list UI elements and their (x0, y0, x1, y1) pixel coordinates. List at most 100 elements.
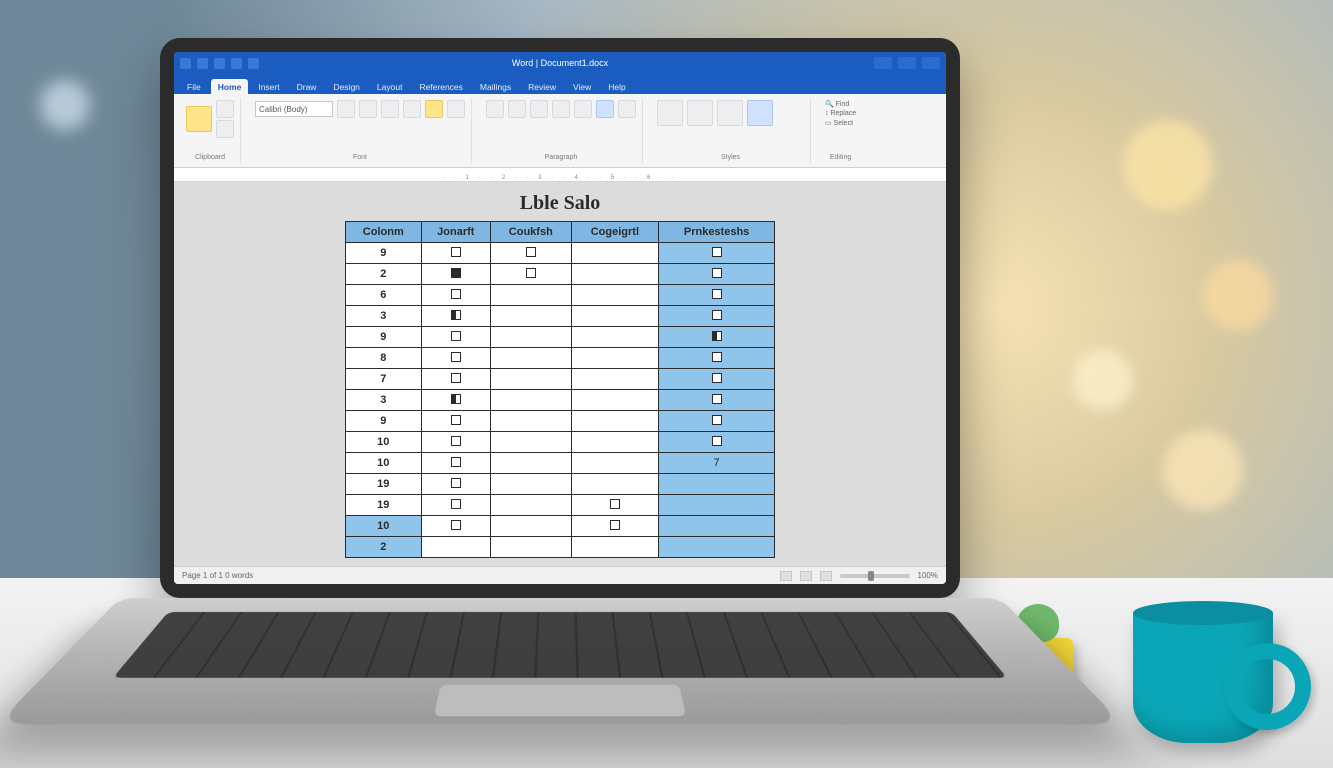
select-button[interactable]: ▭ Select (825, 119, 853, 127)
cell[interactable] (421, 432, 491, 453)
table-row[interactable]: 2 (346, 537, 775, 558)
quick-access-toolbar[interactable] (180, 52, 259, 74)
cell[interactable] (421, 495, 491, 516)
cell[interactable] (659, 432, 775, 453)
col-header-4[interactable]: Prnkesteshs (659, 222, 775, 243)
cell[interactable] (571, 411, 659, 432)
align-right-icon[interactable] (574, 100, 592, 118)
tab-layout[interactable]: Layout (370, 79, 410, 94)
row-number[interactable]: 3 (346, 306, 422, 327)
row-number[interactable]: 7 (346, 369, 422, 390)
row-number[interactable]: 9 (346, 327, 422, 348)
cell[interactable] (491, 285, 572, 306)
view-read-icon[interactable] (780, 571, 792, 581)
row-number[interactable]: 10 (346, 516, 422, 537)
cell[interactable] (491, 453, 572, 474)
tab-mailings[interactable]: Mailings (473, 79, 518, 94)
table-row[interactable]: 7 (346, 369, 775, 390)
cell[interactable] (491, 516, 572, 537)
document-title[interactable]: Lble Salo (520, 192, 601, 215)
table-row[interactable]: 10 (346, 432, 775, 453)
cell[interactable] (421, 306, 491, 327)
bold-icon[interactable] (359, 100, 377, 118)
cell[interactable] (491, 306, 572, 327)
cell[interactable] (421, 411, 491, 432)
cell[interactable] (491, 369, 572, 390)
style-heading2[interactable] (717, 100, 743, 126)
cell[interactable] (491, 537, 572, 558)
cell[interactable] (421, 369, 491, 390)
table-row[interactable]: 10 (346, 516, 775, 537)
row-number[interactable]: 10 (346, 432, 422, 453)
tab-review[interactable]: Review (521, 79, 563, 94)
undo-icon[interactable] (214, 58, 225, 69)
style-normal[interactable] (657, 100, 683, 126)
paste-icon[interactable] (186, 106, 212, 132)
close-button[interactable] (922, 57, 940, 69)
align-center-icon[interactable] (552, 100, 570, 118)
ruler[interactable]: · · 1 · · 2 · · 3 · · 4 · · 5 · · 6 · · (174, 168, 946, 182)
tab-view[interactable]: View (566, 79, 598, 94)
tab-home[interactable]: Home (211, 79, 249, 94)
cell[interactable] (659, 348, 775, 369)
font-color-icon[interactable] (447, 100, 465, 118)
highlight-icon[interactable] (425, 100, 443, 118)
table-row[interactable]: 9 (346, 327, 775, 348)
table-row[interactable]: 2 (346, 264, 775, 285)
cell[interactable] (571, 306, 659, 327)
tab-references[interactable]: References (412, 79, 469, 94)
row-number[interactable]: 19 (346, 474, 422, 495)
cell[interactable] (659, 369, 775, 390)
cell[interactable] (659, 243, 775, 264)
tab-draw[interactable]: Draw (290, 79, 324, 94)
cell[interactable] (659, 537, 775, 558)
col-header-2[interactable]: Coukfsh (491, 222, 572, 243)
cell[interactable] (491, 411, 572, 432)
row-number[interactable]: 9 (346, 243, 422, 264)
maximize-button[interactable] (898, 57, 916, 69)
col-header-1[interactable]: Jonarft (421, 222, 491, 243)
cell[interactable] (571, 264, 659, 285)
cell[interactable] (421, 453, 491, 474)
cell[interactable] (421, 285, 491, 306)
cell[interactable] (659, 390, 775, 411)
row-number[interactable]: 10 (346, 453, 422, 474)
cell[interactable] (659, 285, 775, 306)
copy-icon[interactable] (216, 120, 234, 138)
cell[interactable] (659, 327, 775, 348)
cell[interactable] (571, 285, 659, 306)
shading-icon[interactable] (596, 100, 614, 118)
cell[interactable] (659, 474, 775, 495)
numbering-icon[interactable] (508, 100, 526, 118)
save-icon[interactable] (197, 58, 208, 69)
cell[interactable] (571, 537, 659, 558)
cell[interactable] (571, 474, 659, 495)
table-row[interactable]: 19 (346, 495, 775, 516)
cell[interactable] (421, 243, 491, 264)
zoom-slider[interactable] (840, 574, 910, 578)
cell[interactable] (571, 453, 659, 474)
cell[interactable] (491, 243, 572, 264)
font-select[interactable]: Calibri (Body) (255, 101, 333, 117)
cell[interactable] (491, 348, 572, 369)
cell[interactable] (571, 348, 659, 369)
style-title[interactable] (747, 100, 773, 126)
cell[interactable] (421, 264, 491, 285)
page-indicator[interactable]: Page 1 of 1 0 words (182, 571, 253, 580)
cell[interactable] (571, 495, 659, 516)
cell[interactable] (571, 243, 659, 264)
cut-icon[interactable] (216, 100, 234, 118)
cell[interactable] (659, 306, 775, 327)
col-header-3[interactable]: Cogeigrtl (571, 222, 659, 243)
tab-insert[interactable]: Insert (251, 79, 286, 94)
view-print-icon[interactable] (800, 571, 812, 581)
table-row[interactable]: 9 (346, 411, 775, 432)
style-heading1[interactable] (687, 100, 713, 126)
table-row[interactable]: 10 7 (346, 453, 775, 474)
cell[interactable] (659, 516, 775, 537)
cell[interactable]: 7 (659, 453, 775, 474)
search-icon[interactable] (248, 58, 259, 69)
cell[interactable] (421, 474, 491, 495)
table-row[interactable]: 8 (346, 348, 775, 369)
document-canvas[interactable]: Lble Salo ColonmJonarftCoukfshCogeigrtlP… (174, 182, 946, 566)
